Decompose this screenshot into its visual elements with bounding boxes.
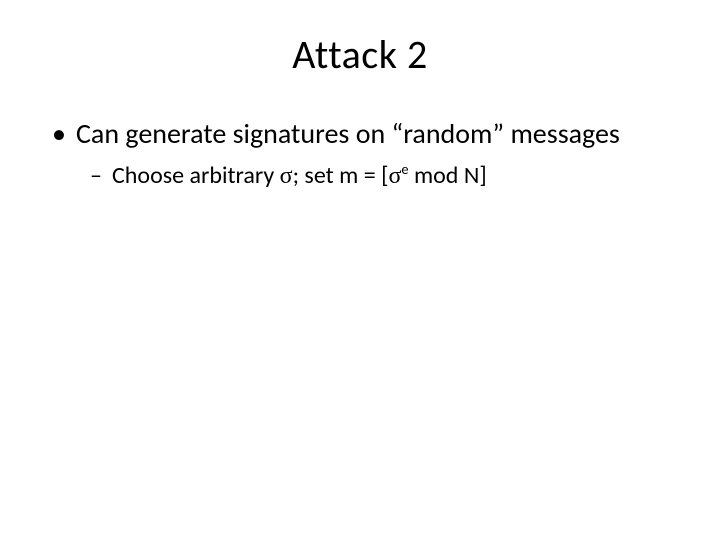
bullet-level-2: Choose arbitrary σ; set m = [σe mod N] xyxy=(90,161,680,191)
bullet-text: Choose arbitrary xyxy=(112,161,280,190)
bullet-text: “random” xyxy=(392,116,505,151)
bullet-level-1: Can generate signatures on “random” mess… xyxy=(52,117,680,151)
slide-title: Attack 2 xyxy=(40,30,680,79)
bullet-text: messages xyxy=(504,116,620,151)
bullet-text: ; set m = [ xyxy=(293,161,389,190)
bullet-text: Can generate signatures on xyxy=(76,116,392,151)
sigma-symbol: σ xyxy=(280,163,293,189)
superscript-e: e xyxy=(401,160,408,178)
bullet-text: mod N] xyxy=(409,161,487,190)
slide: Attack 2 Can generate signatures on “ran… xyxy=(0,0,720,540)
sigma-symbol: σ xyxy=(388,163,401,189)
